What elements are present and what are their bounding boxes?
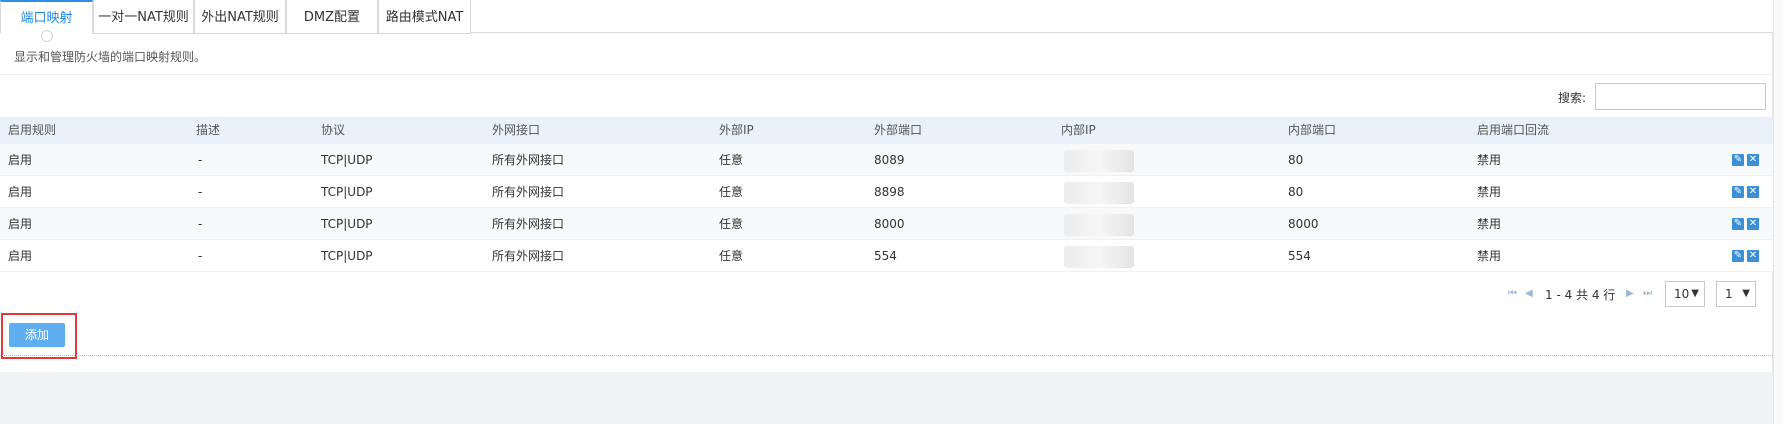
tab-one-to-one-nat[interactable]: 一对一NAT规则	[93, 0, 194, 34]
cell-external-port: 8898	[874, 185, 905, 199]
cell-reflection: 禁用	[1477, 217, 1502, 231]
dotted-divider	[0, 355, 1773, 356]
redacted-internal-ip	[1064, 214, 1134, 236]
tab-label: DMZ配置	[303, 10, 361, 25]
edit-icon[interactable]: ✎	[1732, 250, 1744, 262]
cell-reflection: 禁用	[1477, 249, 1502, 263]
delete-icon[interactable]: ✕	[1747, 154, 1759, 166]
cell-external-port: 554	[874, 249, 897, 263]
table-row: 启用 - TCP|UDP 所有外网接口 任意 8898 80 禁用 ✎ ✕	[0, 176, 1773, 208]
redacted-internal-ip	[1064, 182, 1134, 204]
tab-label: 外出NAT规则	[201, 10, 279, 25]
pagination-info: 1 - 4 共 4 行	[1545, 288, 1616, 302]
cell-protocol: TCP|UDP	[321, 153, 373, 167]
cell-enabled: 启用	[8, 217, 33, 231]
tab-indicator-icon	[40, 30, 53, 42]
cell-enabled: 启用	[8, 153, 33, 167]
first-page-icon[interactable]: ⏮	[1508, 288, 1517, 299]
port-mapping-table: 启用规则 描述 协议 外网接口 外部IP 外部端口 内部IP 内部端口 启用端口…	[0, 117, 1773, 272]
cell-interface: 所有外网接口	[492, 153, 565, 167]
cell-external-port: 8000	[874, 217, 905, 231]
table-row: 启用 - TCP|UDP 所有外网接口 任意 8089 80 禁用 ✎ ✕	[0, 144, 1773, 176]
delete-icon[interactable]: ✕	[1747, 250, 1759, 262]
tab-bar: 端口映射 一对一NAT规则 外出NAT规则 DMZ配置 路由模式NAT	[0, 0, 1773, 42]
chevron-down-icon: ▼	[1742, 288, 1750, 299]
next-page-icon[interactable]: ▶	[1626, 288, 1634, 299]
column-header: 内部端口	[1288, 123, 1337, 137]
cell-external-ip: 任意	[719, 249, 744, 263]
tab-outbound-nat[interactable]: 外出NAT规则	[194, 0, 286, 34]
page-size-select[interactable]: 10 ▼	[1665, 281, 1705, 307]
pagination: ⏮ ◀ 1 - 4 共 4 行 ▶ ⏭ 10 ▼ 1 ▼	[1500, 281, 1770, 307]
page-description: 显示和管理防火墙的端口映射规则。	[14, 50, 207, 64]
delete-icon[interactable]: ✕	[1747, 186, 1759, 198]
cell-external-ip: 任意	[719, 217, 744, 231]
cell-description: -	[198, 153, 203, 167]
column-header: 启用端口回流	[1477, 123, 1550, 137]
tab-label: 一对一NAT规则	[98, 10, 189, 25]
cell-external-ip: 任意	[719, 153, 744, 167]
page-size-value: 10	[1674, 287, 1690, 301]
cell-reflection: 禁用	[1477, 153, 1502, 167]
tab-label: 路由模式NAT	[385, 10, 464, 25]
cell-internal-port: 554	[1288, 249, 1311, 263]
cell-internal-port: 80	[1288, 153, 1304, 167]
table-row: 启用 - TCP|UDP 所有外网接口 任意 8000 8000 禁用 ✎ ✕	[0, 208, 1773, 240]
column-header: 外部IP	[719, 123, 754, 137]
cell-reflection: 禁用	[1477, 185, 1502, 199]
cell-enabled: 启用	[8, 249, 33, 263]
cell-description: -	[198, 249, 203, 263]
cell-protocol: TCP|UDP	[321, 249, 373, 263]
column-header: 描述	[196, 123, 221, 137]
column-header: 启用规则	[8, 123, 57, 137]
cell-internal-port: 80	[1288, 185, 1304, 199]
tab-label: 端口映射	[20, 11, 73, 26]
column-header: 内部IP	[1061, 123, 1096, 137]
prev-page-icon[interactable]: ◀	[1525, 288, 1533, 299]
search-label: 搜索:	[1558, 91, 1587, 105]
redacted-internal-ip	[1064, 246, 1134, 268]
edit-icon[interactable]: ✎	[1732, 218, 1744, 230]
cell-protocol: TCP|UDP	[321, 217, 373, 231]
search-input[interactable]	[1595, 83, 1766, 110]
table-body: 启用 - TCP|UDP 所有外网接口 任意 8089 80 禁用 ✎ ✕ 启用…	[0, 144, 1773, 272]
tab-route-mode-nat[interactable]: 路由模式NAT	[378, 0, 471, 34]
column-header: 外部端口	[874, 123, 923, 137]
edit-icon[interactable]: ✎	[1732, 186, 1744, 198]
tab-port-mapping[interactable]: 端口映射	[0, 0, 93, 42]
cell-protocol: TCP|UDP	[321, 185, 373, 199]
page-number-select[interactable]: 1 ▼	[1716, 281, 1756, 307]
column-header: 协议	[321, 123, 346, 137]
cell-interface: 所有外网接口	[492, 185, 565, 199]
column-header: 外网接口	[492, 123, 541, 137]
add-button[interactable]: 添加	[9, 323, 65, 347]
cell-description: -	[198, 185, 203, 199]
delete-icon[interactable]: ✕	[1747, 218, 1759, 230]
cell-interface: 所有外网接口	[492, 217, 565, 231]
cell-external-ip: 任意	[719, 185, 744, 199]
cell-interface: 所有外网接口	[492, 249, 565, 263]
page-number-value: 1	[1725, 287, 1733, 301]
edit-icon[interactable]: ✎	[1732, 154, 1744, 166]
redacted-internal-ip	[1064, 150, 1134, 172]
cell-external-port: 8089	[874, 153, 905, 167]
chevron-down-icon: ▼	[1691, 288, 1699, 299]
main-panel: 端口映射 一对一NAT规则 外出NAT规则 DMZ配置 路由模式NAT 显示和管…	[0, 0, 1773, 372]
cell-description: -	[198, 217, 203, 231]
scrollbar[interactable]	[1773, 0, 1783, 424]
cell-enabled: 启用	[8, 185, 33, 199]
divider	[0, 74, 1773, 75]
cell-internal-port: 8000	[1288, 217, 1319, 231]
table-header: 启用规则 描述 协议 外网接口 外部IP 外部端口 内部IP 内部端口 启用端口…	[0, 117, 1773, 144]
last-page-icon[interactable]: ⏭	[1643, 288, 1652, 299]
table-row: 启用 - TCP|UDP 所有外网接口 任意 554 554 禁用 ✎ ✕	[0, 240, 1773, 272]
tab-dmz[interactable]: DMZ配置	[286, 0, 378, 34]
